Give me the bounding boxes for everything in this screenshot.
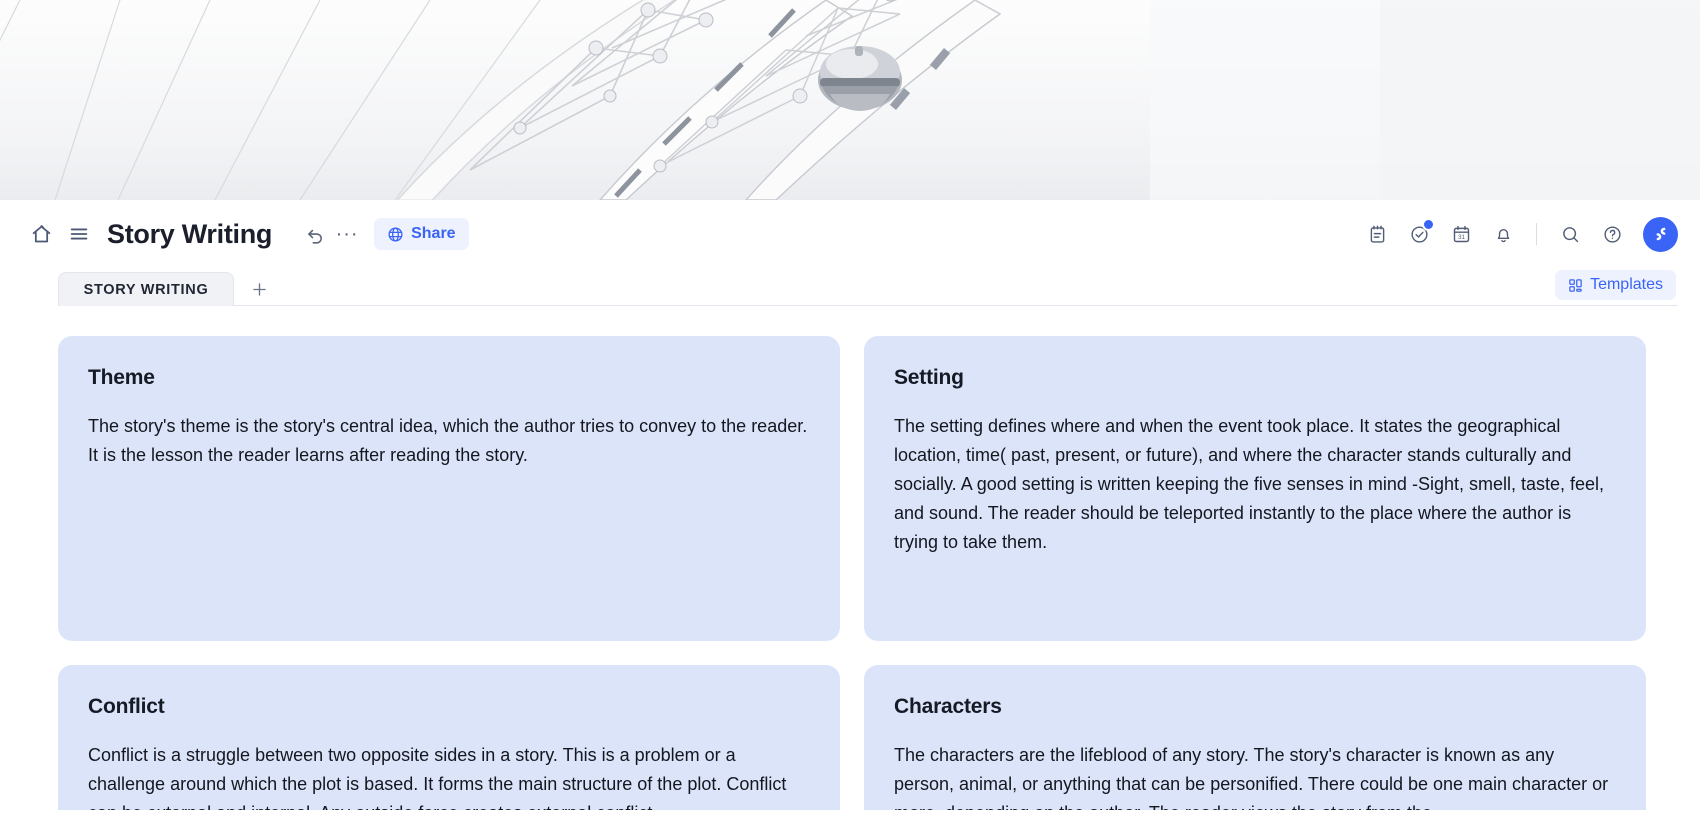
tasks-badge-dot xyxy=(1422,218,1435,231)
card-setting[interactable]: Setting The setting defines where and wh… xyxy=(864,336,1646,641)
add-tab-icon[interactable] xyxy=(238,272,280,306)
tab-strip: STORY WRITING Templates xyxy=(0,268,1700,306)
card-characters[interactable]: Characters The characters are the lifebl… xyxy=(864,665,1646,810)
tab-story-writing[interactable]: STORY WRITING xyxy=(58,272,234,306)
card-body: The characters are the lifeblood of any … xyxy=(894,745,1609,810)
header-right-group: 31 xyxy=(1359,216,1678,252)
calendar-icon[interactable]: 31 xyxy=(1443,216,1479,252)
card-theme[interactable]: Theme The story's theme is the story's c… xyxy=(58,336,840,641)
tasks-check-icon[interactable] xyxy=(1401,216,1437,252)
card-title: Conflict xyxy=(88,695,165,718)
app-header: Story Writing ··· Share 31 xyxy=(0,200,1700,268)
share-label: Share xyxy=(411,225,456,242)
hero-banner xyxy=(0,0,1700,200)
help-icon[interactable] xyxy=(1594,216,1630,252)
page-title: Story Writing xyxy=(107,218,273,249)
card-body: The setting defines where and when the e… xyxy=(894,416,1605,552)
grid-icon xyxy=(1568,278,1583,293)
share-button[interactable]: Share xyxy=(374,218,469,250)
toolbar-divider xyxy=(1536,223,1537,245)
globe-icon xyxy=(387,226,404,243)
card-grid: Theme The story's theme is the story's c… xyxy=(58,336,1670,810)
more-options-icon[interactable]: ··· xyxy=(332,217,362,251)
card-board: Theme The story's theme is the story's c… xyxy=(0,306,1700,810)
header-left-group: Story Writing ··· Share xyxy=(22,215,469,253)
home-icon[interactable] xyxy=(22,215,60,253)
card-title: Setting xyxy=(894,366,964,389)
card-body: The story's theme is the story's central… xyxy=(88,416,808,465)
card-conflict[interactable]: Conflict Conflict is a struggle between … xyxy=(58,665,840,810)
user-avatar[interactable] xyxy=(1643,216,1678,252)
card-title: Characters xyxy=(894,695,1002,718)
templates-label: Templates xyxy=(1590,276,1663,293)
undo-icon[interactable] xyxy=(298,217,332,251)
hamburger-menu-icon[interactable] xyxy=(60,215,98,253)
bell-icon[interactable] xyxy=(1485,216,1521,252)
notepad-icon[interactable] xyxy=(1359,216,1395,252)
templates-button[interactable]: Templates xyxy=(1555,270,1676,300)
svg-text:31: 31 xyxy=(1458,234,1465,241)
search-icon[interactable] xyxy=(1552,216,1588,252)
card-body: Conflict is a struggle between two oppos… xyxy=(88,745,787,810)
ferris-wheel-illustration xyxy=(0,0,1700,200)
card-title: Theme xyxy=(88,366,155,389)
